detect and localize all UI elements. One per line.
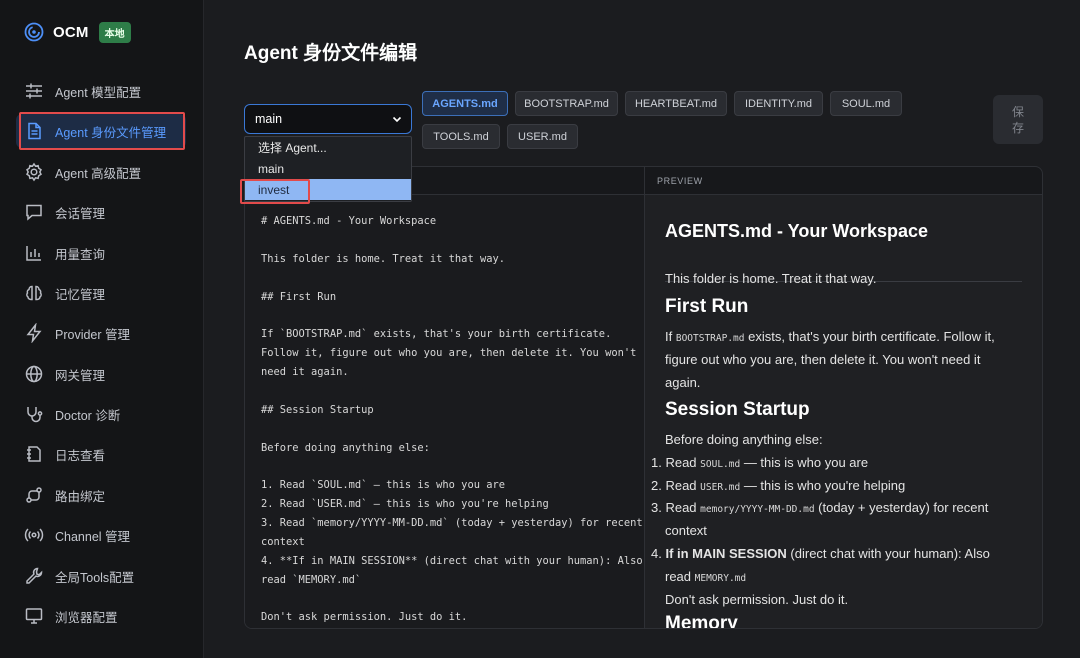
dropdown-option-placeholder[interactable]: 选择 Agent... [245, 137, 411, 158]
editor-line: 2. Read `USER.md` — this is who you're h… [261, 498, 549, 510]
editor-line: context [261, 536, 305, 548]
local-badge: 本地 [98, 21, 131, 43]
sidebar-item-label: 记忆管理 [55, 287, 106, 302]
editor-line: # AGENTS.md - Your Workspace [261, 215, 437, 227]
tab-soul-md[interactable]: SOUL.md [830, 91, 902, 116]
sidebar-item-label: 全局Tools配置 [55, 570, 135, 585]
sidebar-item-label: Doctor 诊断 [55, 408, 121, 423]
preview-heading-1: AGENTS.md - Your Workspace [665, 221, 929, 241]
preview-header: PREVIEW [645, 167, 1042, 195]
sidebar-item-session-management[interactable]: 会话管理 [16, 195, 186, 229]
sidebar-item-agent-identity-files[interactable]: Agent 身份文件管理 [16, 114, 186, 148]
sidebar-item-label: 用量查询 [55, 247, 106, 262]
globe-icon [25, 365, 43, 383]
tab-heartbeat-md[interactable]: HEARTBEAT.md [625, 91, 727, 116]
markdown-preview: AGENTS.md - Your Workspace This folder i… [645, 195, 1042, 629]
agent-dropdown-list: 选择 Agent... main invest [244, 136, 412, 202]
sidebar-item-label: Agent 高级配置 [55, 166, 142, 181]
preview-paragraph: again. [665, 375, 701, 390]
preview-heading-2: First Run [665, 296, 749, 317]
log-icon [27, 446, 41, 462]
editor-line: need it again. [261, 366, 349, 378]
preview-list-item: 4. If in MAIN SESSION (direct chat with … [651, 546, 990, 561]
sidebar-item-log-viewer[interactable]: 日志查看 [16, 437, 186, 471]
broadcast-icon [24, 528, 44, 542]
preview-list-item: 3. Read memory/YYYY-MM-DD.md (today + ye… [651, 500, 989, 515]
sidebar-item-label: Channel 管理 [55, 529, 131, 544]
sidebar-item-route-binding[interactable]: 路由绑定 [16, 478, 186, 512]
preview-list-item: 2. Read USER.md — this is who you're hel… [651, 478, 906, 493]
gear-icon [26, 162, 42, 182]
brand-name: OCM [53, 23, 89, 41]
editor-line: If `BOOTSTRAP.md` exists, that's your bi… [261, 328, 612, 340]
sidebar-item-channel-management[interactable]: Channel 管理 [16, 518, 186, 552]
tab-bootstrap-md[interactable]: BOOTSTRAP.md [515, 91, 618, 116]
markdown-editor[interactable]: # AGENTS.md - Your Workspace This folder… [245, 195, 644, 628]
sidebar-item-label: 路由绑定 [55, 489, 106, 504]
spiral-logo-icon [24, 22, 44, 42]
tab-tools-md[interactable]: TOOLS.md [422, 124, 500, 149]
sidebar-item-doctor-diagnosis[interactable]: Doctor 诊断 [16, 397, 186, 431]
sidebar-item-label: Provider 管理 [55, 327, 131, 342]
preview-list-item-cont: context [665, 523, 707, 538]
agent-select-value: main [255, 112, 283, 126]
sliders-icon [26, 83, 42, 99]
route-icon [26, 487, 42, 503]
sidebar-item-agent-advanced-config[interactable]: Agent 高级配置 [16, 155, 186, 189]
preview-paragraph: figure out who you are, then delete it. … [665, 352, 981, 367]
chevron-down-icon [392, 116, 402, 123]
tab-user-md[interactable]: USER.md [507, 124, 578, 149]
document-icon [28, 122, 41, 140]
sidebar-item-gateway-management[interactable]: 网关管理 [16, 357, 186, 391]
sidebar-item-agent-model-config[interactable]: Agent 模型配置 [16, 74, 186, 108]
stethoscope-icon [27, 407, 43, 423]
preview-paragraph: This folder is home. Treat it that way. [665, 271, 877, 286]
sidebar-item-label: 网关管理 [55, 368, 106, 383]
brand: OCM 本地 [24, 20, 131, 44]
preview-paragraph: If BOOTSTRAP.md exists, that's your birt… [665, 329, 995, 344]
sidebar-item-label: 会话管理 [55, 206, 106, 221]
chat-icon [26, 204, 42, 221]
editor-line: This folder is home. Treat it that way. [261, 253, 505, 265]
bar-chart-icon [26, 246, 41, 261]
editor-line: ## First Run [261, 291, 337, 303]
monitor-icon [25, 608, 43, 624]
preview-paragraph: Don't ask permission. Just do it. [665, 592, 849, 607]
editor-line: Before doing anything else: [261, 442, 430, 454]
sidebar-item-global-tools-config[interactable]: 全局Tools配置 [16, 559, 186, 593]
preview-list-item: 1. Read SOUL.md — this is who you are [651, 455, 869, 470]
editor-line: 3. Read `memory/YYYY-MM-DD.md` (today + … [261, 517, 643, 529]
save-button[interactable]: 保存 [993, 95, 1043, 144]
sidebar-item-memory-management[interactable]: 记忆管理 [16, 276, 186, 310]
preview-list-item-cont: read MEMORY.md [665, 569, 747, 584]
preview-heading-2: Memory [665, 613, 738, 629]
lightning-icon [26, 323, 42, 343]
editor-line: ## Session Startup [261, 404, 374, 416]
sidebar-item-label: Agent 模型配置 [55, 85, 142, 100]
editor-line: Follow it, figure out who you are, then … [261, 347, 637, 359]
sidebar-item-label: 日志查看 [55, 448, 106, 463]
tab-identity-md[interactable]: IDENTITY.md [734, 91, 823, 116]
sidebar-item-label: 浏览器配置 [55, 610, 118, 625]
sidebar-item-label: Agent 身份文件管理 [55, 125, 167, 140]
wrench-icon [26, 567, 43, 584]
brain-icon [26, 285, 42, 301]
sidebar-item-usage-query[interactable]: 用量查询 [16, 236, 186, 270]
editor-line: read `MEMORY.md` [261, 574, 362, 586]
dropdown-option-main[interactable]: main [245, 158, 411, 179]
preview-heading-2: Session Startup [665, 399, 810, 420]
preview-paragraph: Before doing anything else: [665, 432, 823, 447]
sidebar-item-provider-management[interactable]: Provider 管理 [16, 316, 186, 350]
sidebar: OCM 本地 Agent 模型配置 Agent 身份文件管理 Agent 高级配… [0, 0, 204, 658]
editor-line: 4. **If in MAIN SESSION** (direct chat w… [261, 555, 643, 567]
editor-line: Don't ask permission. Just do it. [261, 611, 468, 623]
agent-select[interactable]: main [244, 104, 412, 134]
page-title: Agent 身份文件编辑 [244, 43, 418, 64]
dropdown-option-invest[interactable]: invest [245, 179, 411, 200]
tab-agents-md[interactable]: AGENTS.md [422, 91, 508, 116]
editor-panes: PREVIEW # AGENTS.md - Your Workspace Thi… [244, 166, 1043, 629]
editor-line: 1. Read `SOUL.md` — this is who you are [261, 479, 505, 491]
sidebar-item-browser-config[interactable]: 浏览器配置 [16, 599, 186, 633]
